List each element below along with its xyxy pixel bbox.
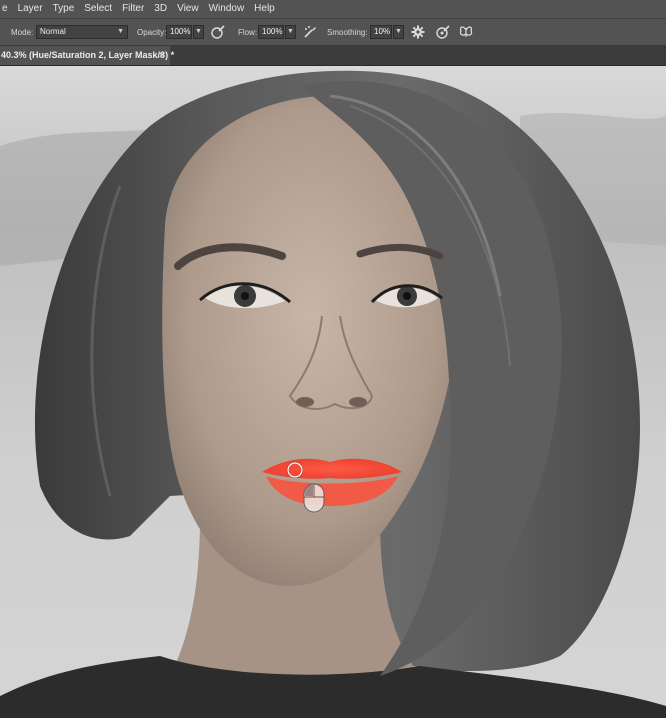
menu-layer[interactable]: Layer bbox=[13, 0, 48, 18]
smoothing-value: 10% bbox=[374, 27, 391, 36]
menu-view[interactable]: View bbox=[172, 0, 204, 18]
document-tab[interactable]: 40.3% (Hue/Saturation 2, Layer Mask/8) *… bbox=[0, 46, 174, 65]
flow-chevron-down-icon[interactable]: ▼ bbox=[285, 25, 296, 39]
menu-window[interactable]: Window bbox=[204, 0, 250, 18]
mouse-click-icon bbox=[303, 483, 325, 513]
document-canvas[interactable] bbox=[0, 66, 666, 718]
menu-3d[interactable]: 3D bbox=[149, 0, 172, 18]
mode-value: Normal bbox=[40, 27, 66, 36]
menu-help[interactable]: Help bbox=[249, 0, 280, 18]
pressure-opacity-icon[interactable] bbox=[210, 24, 226, 40]
chevron-down-icon: ▼ bbox=[117, 28, 124, 35]
menu-edit[interactable]: e bbox=[0, 0, 13, 18]
menu-bar: e Layer Type Select Filter 3D View Windo… bbox=[0, 0, 666, 18]
airbrush-icon[interactable] bbox=[302, 24, 318, 40]
menu-type[interactable]: Type bbox=[48, 0, 80, 18]
mode-label: Mode: bbox=[11, 28, 34, 37]
opacity-chevron-down-icon[interactable]: ▼ bbox=[193, 25, 204, 39]
flow-field[interactable]: 100% bbox=[258, 25, 284, 39]
butterfly-symmetry-icon[interactable] bbox=[458, 24, 474, 40]
opacity-label: Opacity: bbox=[137, 28, 167, 37]
smoothing-label: Smoothing: bbox=[327, 28, 368, 37]
opacity-value: 100% bbox=[170, 27, 191, 36]
smoothing-chevron-down-icon[interactable]: ▼ bbox=[393, 25, 404, 39]
pressure-size-icon[interactable] bbox=[435, 24, 451, 40]
smoothing-field[interactable]: 10% bbox=[370, 25, 392, 39]
document-tab-bar: 40.3% (Hue/Saturation 2, Layer Mask/8) *… bbox=[0, 46, 666, 66]
portrait-photo bbox=[0, 66, 666, 718]
opacity-field[interactable]: 100% bbox=[166, 25, 192, 39]
flow-label: Flow: bbox=[238, 28, 258, 37]
menu-select[interactable]: Select bbox=[79, 0, 117, 18]
document-title: 40.3% (Hue/Saturation 2, Layer Mask/8) * bbox=[1, 50, 175, 60]
mode-dropdown[interactable]: Normal ▼ bbox=[36, 25, 128, 39]
gear-icon[interactable] bbox=[410, 24, 426, 40]
options-bar: Mode: Normal ▼ Opacity: 100% ▼ Flow: 100… bbox=[0, 18, 666, 46]
flow-value: 100% bbox=[262, 27, 283, 36]
close-icon[interactable]: × bbox=[159, 46, 164, 65]
menu-filter[interactable]: Filter bbox=[117, 0, 149, 18]
